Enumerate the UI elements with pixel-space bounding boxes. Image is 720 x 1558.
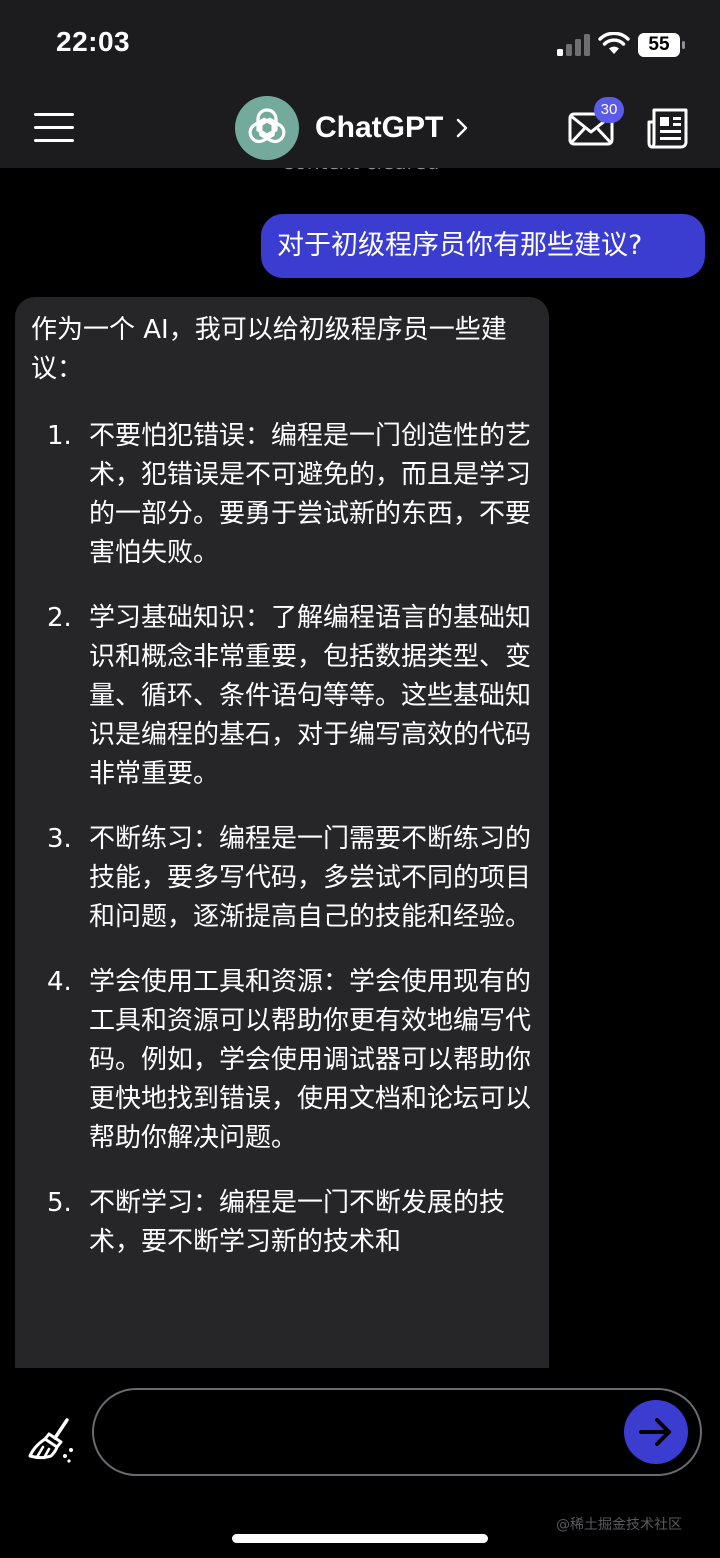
- list-item-number: 3.: [47, 824, 72, 854]
- mail-badge: 30: [594, 97, 624, 123]
- list-item-text: 学习基础知识：了解编程语言的基础知识和概念非常重要，包括数据类型、变量、循环、条…: [89, 603, 532, 789]
- chat-screen: Context cleared 22:03 55: [0, 0, 720, 1558]
- message-input-container[interactable]: [92, 1388, 702, 1476]
- list-item: 2. 学习基础知识：了解编程语言的基础知识和概念非常重要，包括数据类型、变量、循…: [31, 599, 533, 794]
- assistant-message-bubble[interactable]: 作为一个 AI，我可以给初级程序员一些建议： 1. 不要怕犯错误：编程是一门创造…: [15, 297, 549, 1417]
- list-item: 3. 不断练习：编程是一门需要不断练习的技能，要多写代码，多尝试不同的项目和问题…: [31, 820, 533, 937]
- list-item-text: 不要怕犯错误：编程是一门创造性的艺术，犯错误是不可避免的，而且是学习的一部分。要…: [89, 421, 532, 568]
- list-item-text: 不断练习：编程是一门需要不断练习的技能，要多写代码，多尝试不同的项目和问题，逐渐…: [89, 824, 532, 932]
- cellular-signal-icon: [557, 34, 590, 56]
- newspaper-icon[interactable]: [646, 106, 690, 150]
- app-title[interactable]: ChatGPT: [315, 108, 443, 148]
- home-indicator[interactable]: [232, 1534, 488, 1543]
- list-item-text: 学会使用工具和资源：学会使用现有的工具和资源可以帮助你更有效地编写代码。例如，学…: [89, 967, 532, 1153]
- list-item: 1. 不要怕犯错误：编程是一门创造性的艺术，犯错误是不可避免的，而且是学习的一部…: [31, 417, 533, 573]
- list-item-number: 2.: [47, 603, 72, 633]
- chevron-right-icon[interactable]: [455, 117, 469, 139]
- wifi-icon: [598, 32, 630, 54]
- user-message-bubble[interactable]: 对于初级程序员你有那些建议?: [261, 214, 705, 278]
- message-input[interactable]: [124, 1408, 618, 1458]
- list-item-number: 4.: [47, 967, 72, 997]
- list-item-number: 5.: [47, 1188, 72, 1218]
- hamburger-menu-icon[interactable]: [34, 111, 74, 143]
- openai-logo-icon[interactable]: [235, 96, 299, 160]
- arrow-right-icon: [639, 1418, 671, 1446]
- status-time: 22:03: [56, 26, 131, 57]
- answer-list: 1. 不要怕犯错误：编程是一门创造性的艺术，犯错误是不可避免的，而且是学习的一部…: [31, 417, 533, 1262]
- header: 22:03 55 ChatGPT 30: [0, 0, 720, 168]
- battery-level: 55: [648, 34, 670, 55]
- list-item: 4. 学会使用工具和资源：学会使用现有的工具和资源可以帮助你更有效地编写代码。例…: [31, 963, 533, 1158]
- send-button[interactable]: [624, 1400, 688, 1464]
- list-item-number: 1.: [47, 421, 72, 451]
- broom-icon[interactable]: [27, 1416, 77, 1466]
- list-item-text: 不断学习：编程是一门不断发展的技术，要不断学习新的技术和: [89, 1188, 506, 1257]
- watermark: @稀土掘金技术社区: [556, 1517, 682, 1533]
- list-item: 5. 不断学习：编程是一门不断发展的技术，要不断学习新的技术和: [31, 1184, 533, 1262]
- composer-bar: @稀土掘金技术社区: [0, 1368, 720, 1558]
- assistant-intro: 作为一个 AI，我可以给初级程序员一些建议：: [31, 315, 507, 384]
